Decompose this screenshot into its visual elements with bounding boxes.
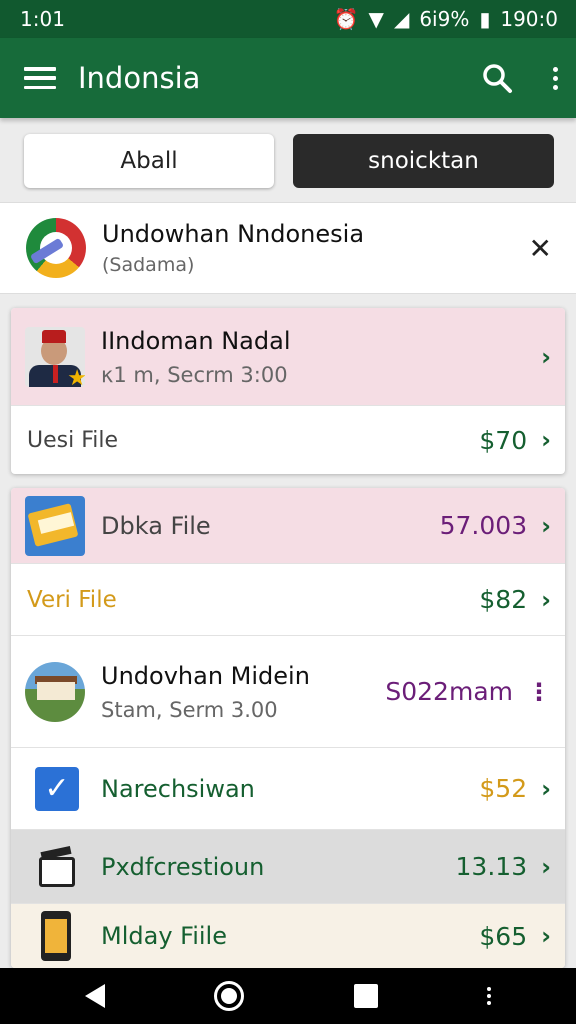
list-item[interactable]: Undovhan Midein Stam, Serm 3.00 S022mam … — [11, 636, 565, 748]
chevron-right-icon: › — [541, 922, 551, 950]
card1-title: IIndoman Nadal — [101, 326, 291, 355]
phone-icon — [35, 911, 79, 961]
house-thumbnail — [25, 661, 85, 722]
chevron-right-icon: › — [541, 852, 551, 881]
chevron-right-icon: › — [541, 774, 551, 803]
chevron-right-icon: › — [541, 426, 551, 454]
close-button[interactable]: ✕ — [529, 232, 552, 265]
more-vert-icon — [553, 66, 558, 72]
star-icon: ★ — [67, 365, 85, 387]
row-amount: $52 — [479, 774, 528, 803]
recents-icon[interactable] — [353, 984, 378, 1008]
list-item[interactable]: Dbka File 57.003 › — [11, 488, 565, 564]
app-bar: Indonsia — [0, 38, 576, 118]
more-vert-icon[interactable]: ⋮ — [527, 678, 551, 706]
row-amount: 57.003 — [439, 511, 528, 540]
list-item[interactable]: Veri File $82 › — [11, 564, 565, 636]
folder-icon — [25, 495, 85, 556]
overflow-menu-button[interactable] — [553, 66, 558, 90]
system-nav-bar — [0, 968, 576, 1024]
row-title: Undovhan Midein — [101, 661, 310, 690]
card1-subtitle: κ1 m, Secrm 3:00 — [101, 362, 288, 387]
status-icons: ⏰ ▼ ◢ 6i9% ▮ 190:0 — [334, 7, 558, 31]
chevron-right-icon: › — [541, 585, 551, 614]
card-files: Dbka File 57.003 › Veri File $82 › Undov… — [11, 488, 565, 968]
card1-footer-row[interactable]: Uesi File $70 › — [11, 406, 565, 474]
pen-icon — [29, 237, 65, 265]
row-subtitle: Stam, Serm 3.00 — [101, 697, 278, 722]
filter-text: Undowhan Nndonesia (Sadama) — [102, 220, 529, 276]
status-time: 1:01 — [20, 7, 65, 31]
battery-percent: 6i9% — [419, 7, 470, 31]
alarm-icon: ⏰ — [333, 7, 359, 31]
card1-footer-amount: $70 — [479, 425, 528, 455]
card-person: ★ IIndoman Nadal κ1 m, Secrm 3:00 › Uesi… — [11, 308, 565, 474]
chevron-right-icon: › — [541, 511, 551, 540]
wifi-icon: ▼ — [368, 7, 384, 31]
filter-title: Undowhan Nndonesia — [102, 220, 365, 248]
segment-other[interactable]: snoicktan — [293, 134, 554, 188]
list-item[interactable]: Mlday Fiile $65 › — [11, 904, 565, 968]
card1-text: IIndoman Nadal κ1 m, Secrm 3:00 — [101, 327, 527, 387]
person-avatar: ★ — [25, 326, 85, 387]
list-item[interactable]: Pxdfcrestioun 13.13 › — [11, 830, 565, 904]
hamburger-icon — [24, 67, 56, 89]
card1-footer-label: Uesi File — [27, 427, 119, 453]
battery-icon: ▮ — [479, 7, 491, 31]
close-icon: ✕ — [528, 231, 552, 265]
filter-banner[interactable]: Undowhan Nndonesia (Sadama) ✕ — [0, 202, 576, 294]
card1-header-row[interactable]: ★ IIndoman Nadal κ1 m, Secrm 3:00 › — [11, 308, 565, 406]
row-label: Narechsiwan — [101, 774, 255, 803]
list-item[interactable]: ✓ Narechsiwan $52 › — [11, 748, 565, 830]
row-amount: $82 — [479, 585, 528, 614]
row-label: Dbka File — [101, 511, 211, 540]
back-icon[interactable] — [84, 984, 105, 1008]
search-button[interactable] — [481, 62, 513, 94]
menu-button[interactable] — [24, 67, 56, 89]
row-amount: S022mam — [385, 677, 513, 706]
status-right-time: 190:0 — [500, 7, 558, 31]
search-icon — [483, 64, 512, 93]
segment-all[interactable]: Aball — [24, 134, 274, 188]
row-amount: 13.13 — [455, 852, 528, 881]
row-amount: $65 — [479, 921, 528, 951]
camera-icon — [35, 845, 79, 889]
home-icon[interactable] — [214, 981, 245, 1011]
app-title: Indonsia — [78, 61, 201, 95]
checkbox-icon[interactable]: ✓ — [35, 766, 79, 811]
row-label: Pxdfcrestioun — [101, 852, 265, 881]
filter-subtitle: (Sadama) — [102, 254, 195, 276]
chevron-right-icon: › — [541, 342, 551, 371]
status-bar: 1:01 ⏰ ▼ ◢ 6i9% ▮ 190:0 — [0, 0, 576, 38]
row-label: Veri File — [27, 586, 117, 613]
row-label: Mlday Fiile — [101, 922, 227, 950]
signal-icon: ◢ — [393, 7, 410, 31]
more-vert-icon[interactable] — [487, 987, 492, 1005]
brand-logo-icon — [26, 218, 86, 278]
